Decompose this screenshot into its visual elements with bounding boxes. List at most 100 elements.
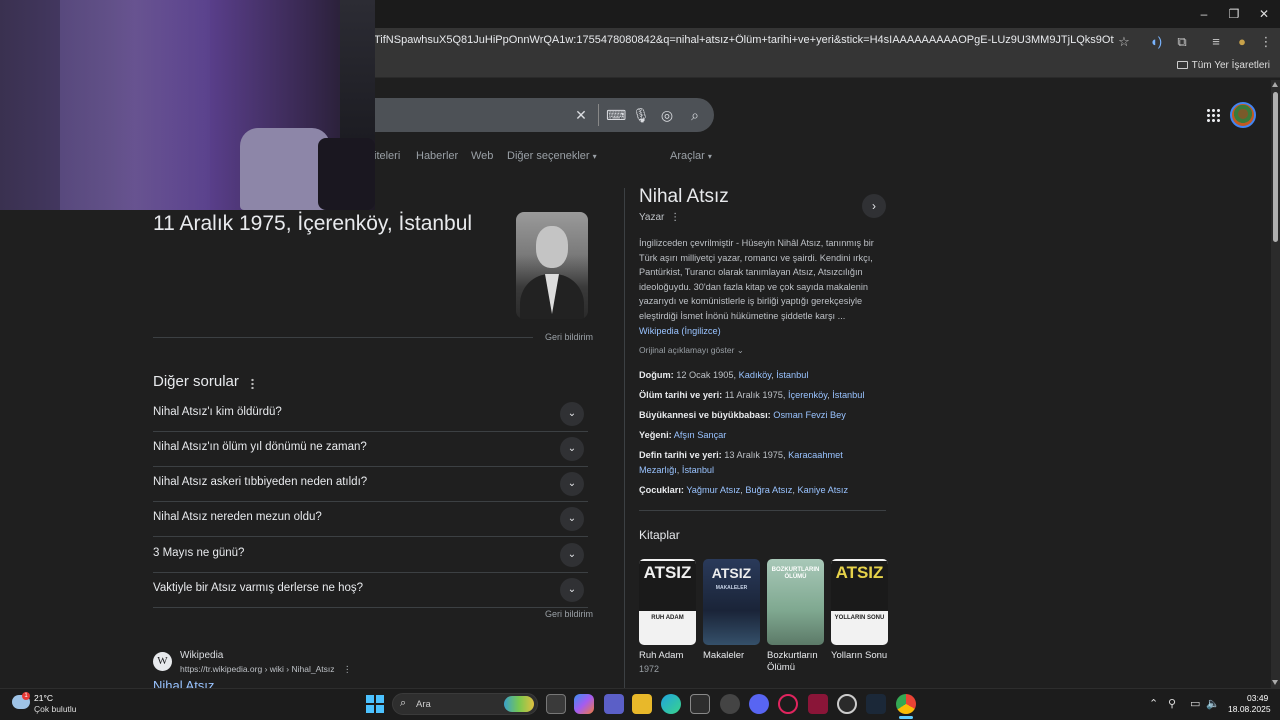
clear-icon[interactable]: ✕ bbox=[572, 106, 590, 124]
fact-nephew: Yeğeni: Afşın Sançar bbox=[639, 428, 884, 443]
edge-icon[interactable] bbox=[661, 694, 681, 714]
subtitle-text: Yazar bbox=[639, 212, 665, 223]
fact-link[interactable]: İçerenköy bbox=[788, 390, 827, 400]
fact-link[interactable]: Buğra Atsız bbox=[745, 485, 792, 495]
menu-icon[interactable]: ⋮ bbox=[1256, 32, 1276, 52]
fact-link[interactable]: Osman Fevzi Bey bbox=[773, 410, 846, 420]
more-options-icon[interactable]: ⋮ bbox=[670, 212, 680, 223]
book-title[interactable]: Yolların Sonu bbox=[831, 650, 891, 662]
network-icon[interactable]: ⚲ bbox=[1168, 697, 1176, 710]
minimize-icon[interactable]: – bbox=[1192, 4, 1216, 24]
keyboard-icon[interactable]: ⌨ bbox=[606, 106, 626, 124]
volume-icon[interactable]: 🔈 bbox=[1206, 697, 1220, 710]
book-cover[interactable]: ATSIZ YOLLARIN SONU bbox=[831, 559, 888, 645]
address-bar[interactable]: TifNSpawhsuX5Q81JuHiPpOnnWrQA1w:17554780… bbox=[374, 34, 1114, 46]
question-text: Vaktiyle bir Atsız varmış derlerse ne ho… bbox=[153, 582, 364, 594]
book-title[interactable]: Makaleler bbox=[703, 650, 763, 662]
book-title[interactable]: Ruh Adam bbox=[639, 650, 699, 662]
portrait-image[interactable] bbox=[516, 212, 588, 319]
more-options-icon[interactable] bbox=[251, 378, 254, 389]
profile-icon[interactable]: ● bbox=[1232, 32, 1252, 52]
fact-grandparents: Büyükannesi ve büyükbabası: Osman Fevzi … bbox=[639, 408, 884, 423]
restore-icon[interactable]: ❐ bbox=[1222, 4, 1246, 24]
other-questions-title: Diğer sorular bbox=[153, 373, 239, 390]
divider bbox=[153, 337, 533, 338]
close-window-icon[interactable]: ✕ bbox=[1252, 4, 1276, 24]
fact-link[interactable]: İstanbul bbox=[832, 390, 864, 400]
question-item[interactable]: Nihal Atsız askeri tıbbiyeden neden atıl… bbox=[153, 467, 588, 502]
weather-description[interactable]: Çok bulutlu bbox=[34, 704, 77, 714]
book-cover[interactable]: ATSIZ MAKALELER bbox=[703, 559, 760, 645]
chevron-down-icon[interactable]: ⌄ bbox=[560, 543, 584, 567]
chevron-down-icon[interactable]: ⌄ bbox=[560, 437, 584, 461]
bookmark-star-icon[interactable]: ☆ bbox=[1114, 32, 1134, 52]
file-explorer-icon[interactable] bbox=[632, 694, 652, 714]
feedback-link[interactable]: Geri bildirim bbox=[545, 332, 593, 342]
feedback-link[interactable]: Geri bildirim bbox=[545, 609, 593, 619]
scroll-down-icon[interactable] bbox=[1272, 680, 1278, 685]
read-aloud-icon[interactable]: ◖) bbox=[1146, 32, 1166, 52]
chevron-down-icon[interactable]: ⌄ bbox=[560, 507, 584, 531]
fact-link[interactable]: Kadıköy bbox=[739, 370, 772, 380]
weather-badge: 1 bbox=[22, 692, 30, 700]
chevron-down-icon[interactable]: ⌄ bbox=[560, 402, 584, 426]
question-item[interactable]: Nihal Atsız nereden mezun oldu? ⌄ bbox=[153, 502, 588, 537]
tab-web[interactable]: Web bbox=[471, 150, 493, 162]
fact-link[interactable]: İstanbul bbox=[682, 465, 714, 475]
chevron-up-icon[interactable]: ⌃ bbox=[1149, 697, 1158, 710]
chevron-right-icon[interactable]: › bbox=[862, 194, 886, 218]
book-cover[interactable]: ATSIZ RUH ADAM bbox=[639, 559, 696, 645]
featured-answer: 11 Aralık 1975, İçerenköy, İstanbul bbox=[153, 212, 473, 235]
app-icon[interactable] bbox=[720, 694, 740, 714]
copilot-icon[interactable] bbox=[574, 694, 594, 714]
fact-link[interactable]: Yağmur Atsız bbox=[686, 485, 740, 495]
teams-icon[interactable] bbox=[604, 694, 624, 714]
apps-grid-icon[interactable] bbox=[1206, 108, 1220, 122]
all-bookmarks[interactable]: Tüm Yer İşaretleri bbox=[1176, 60, 1270, 71]
question-item[interactable]: Vaktiyle bir Atsız varmış derlerse ne ho… bbox=[153, 573, 588, 608]
app-icon[interactable] bbox=[808, 694, 828, 714]
search-icon[interactable]: ⌕ bbox=[686, 106, 704, 124]
opera-icon[interactable] bbox=[778, 694, 798, 714]
account-avatar[interactable] bbox=[1230, 102, 1256, 128]
chrome-icon[interactable] bbox=[896, 694, 916, 714]
tab-sites[interactable]: iteleri bbox=[374, 150, 400, 162]
scroll-up-icon[interactable] bbox=[1272, 82, 1278, 87]
microphone-icon[interactable]: 🎙 bbox=[632, 106, 650, 124]
windows-start-icon[interactable] bbox=[366, 695, 384, 713]
store-icon[interactable] bbox=[690, 694, 710, 714]
wikipedia-icon: W bbox=[153, 652, 172, 671]
weather-temperature[interactable]: 21°C bbox=[34, 693, 53, 703]
task-view-icon[interactable] bbox=[546, 694, 566, 714]
result-url[interactable]: https://tr.wikipedia.org › wiki › Nihal_… bbox=[180, 664, 351, 675]
fact-label: Yeğeni: bbox=[639, 430, 672, 440]
fact-link[interactable]: Afşın Sançar bbox=[674, 430, 727, 440]
chevron-down-icon[interactable]: ⌄ bbox=[560, 472, 584, 496]
fact-label: Çocukları: bbox=[639, 485, 684, 495]
question-item[interactable]: 3 Mayıs ne günü? ⌄ bbox=[153, 538, 588, 573]
clock-date[interactable]: 18.08.2025 bbox=[1228, 704, 1271, 714]
steam-icon[interactable] bbox=[866, 694, 886, 714]
app-icon[interactable] bbox=[837, 694, 857, 714]
result-site-name[interactable]: Wikipedia bbox=[180, 650, 223, 661]
show-original-button[interactable]: Orijinal açıklamayı göster ⌄ bbox=[639, 345, 744, 356]
chevron-down-icon[interactable]: ⌄ bbox=[560, 578, 584, 602]
tab-more[interactable]: Diğer seçenekler ▾ bbox=[507, 150, 597, 162]
fact-link[interactable]: İstanbul bbox=[776, 370, 808, 380]
display-icon[interactable]: ▭ bbox=[1190, 697, 1200, 710]
tab-news[interactable]: Haberler bbox=[416, 150, 458, 162]
fact-link[interactable]: Kaniye Atsız bbox=[797, 485, 848, 495]
question-item[interactable]: Nihal Atsız'ın ölüm yıl dönümü ne zaman?… bbox=[153, 432, 588, 467]
wikipedia-source-link[interactable]: Wikipedia (İngilizce) bbox=[639, 326, 721, 336]
extensions-icon[interactable]: ⧉ bbox=[1172, 32, 1192, 52]
more-options-icon[interactable]: ⋮ bbox=[343, 664, 352, 674]
book-title[interactable]: Bozkurtların Ölümü bbox=[767, 650, 827, 674]
discord-icon[interactable] bbox=[749, 694, 769, 714]
tab-tools[interactable]: Araçlar ▾ bbox=[670, 150, 712, 162]
lens-icon[interactable]: ◎ bbox=[658, 106, 676, 124]
media-control-icon[interactable]: ≡ bbox=[1206, 32, 1226, 52]
clock-time[interactable]: 03:49 bbox=[1247, 693, 1268, 703]
book-cover[interactable]: BOZKURTLARIN ÖLÜMÜ bbox=[767, 559, 824, 645]
scrollbar-thumb[interactable] bbox=[1273, 92, 1278, 242]
question-item[interactable]: Nihal Atsız'ı kim öldürdü? ⌄ bbox=[153, 397, 588, 432]
